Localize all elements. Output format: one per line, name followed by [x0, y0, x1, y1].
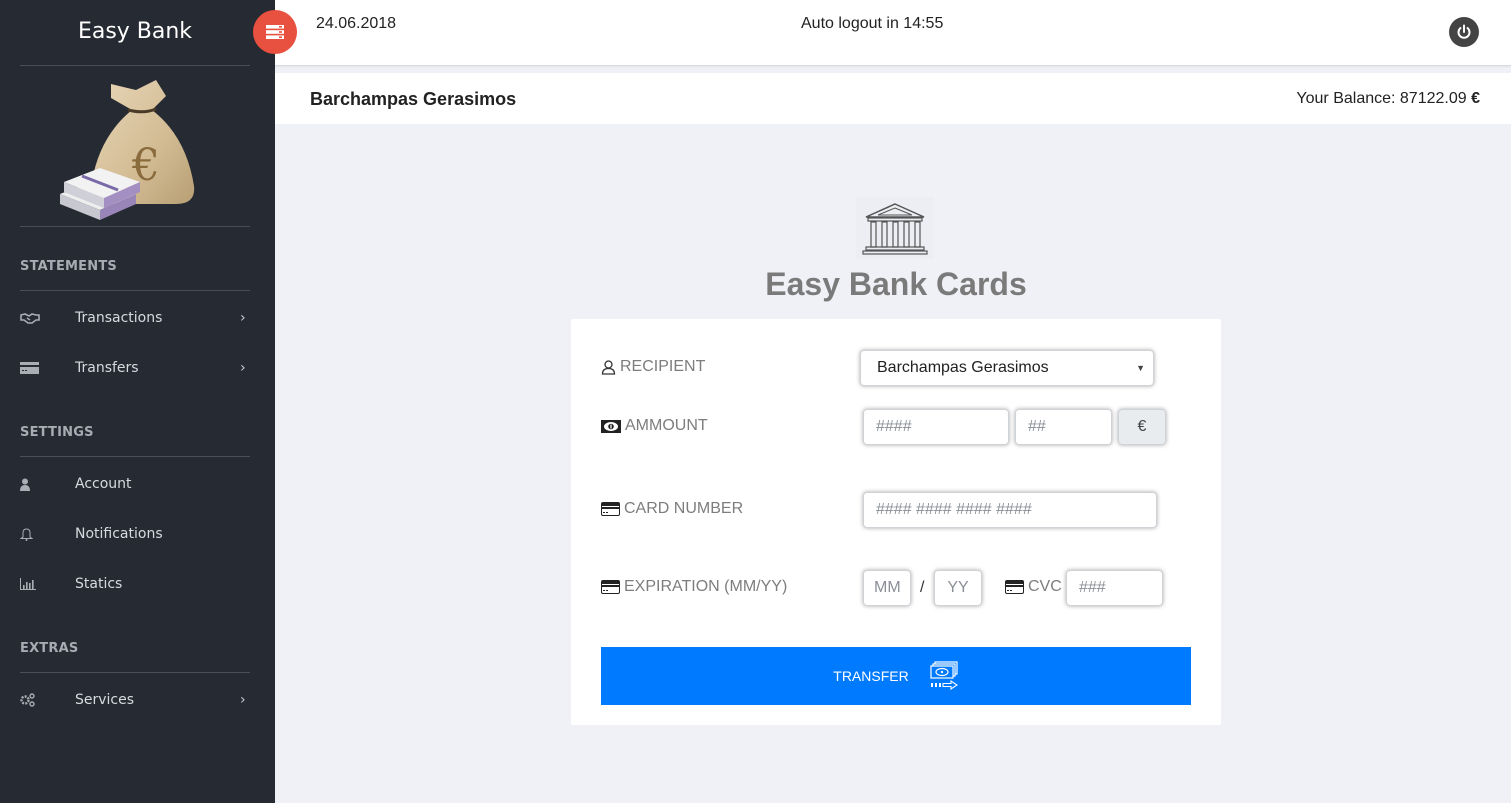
logout-button[interactable] — [1449, 17, 1479, 47]
banknote-icon — [601, 419, 621, 433]
amount-label: AMMOUNT — [601, 417, 708, 435]
card-number-input[interactable] — [863, 492, 1157, 528]
sidebar-item-notifications[interactable]: Notifications — [20, 519, 250, 549]
transfer-button[interactable]: TRANSFER — [601, 647, 1191, 705]
expiration-separator: / — [920, 579, 925, 596]
sidebar-item-label: Statics — [75, 576, 123, 592]
expiration-label-text: EXPIRATION (MM/YY) — [624, 578, 788, 595]
sidebar-item-account[interactable]: Account — [20, 469, 250, 499]
user-icon — [20, 478, 75, 491]
card-number-label: CARD NUMBER — [601, 500, 743, 518]
amount-whole-input[interactable] — [863, 409, 1009, 445]
sidebar: Easy Bank € STATEMENTS Transactions › Tr… — [0, 0, 275, 803]
recipient-selected-value: Barchampas Gerasimos — [877, 359, 1049, 376]
expiration-year-input[interactable] — [934, 570, 982, 606]
credit-card-icon — [20, 362, 75, 374]
expiration-month-input[interactable] — [863, 570, 911, 606]
recipient-label: RECIPIENT — [601, 358, 705, 376]
section-title-extras: EXTRAS — [20, 641, 250, 673]
expiration-label: EXPIRATION (MM/YY) — [601, 578, 787, 596]
currency-addon: € — [1118, 409, 1166, 445]
money-bag-icon: € — [60, 80, 195, 220]
amount-label-text: AMMOUNT — [625, 417, 708, 434]
power-icon — [1457, 24, 1471, 39]
money-transfer-icon — [930, 661, 958, 691]
sidebar-item-statics[interactable]: Statics — [20, 569, 250, 599]
auto-logout-timer: Auto logout in 14:55 — [801, 15, 944, 32]
bar-chart-icon — [20, 578, 75, 590]
sidebar-item-label: Notifications — [75, 526, 163, 542]
page-title: Easy Bank Cards — [765, 266, 1027, 302]
credit-card-icon — [601, 580, 620, 594]
cvc-label-text: CVC — [1028, 578, 1062, 595]
transfer-button-label: TRANSFER — [833, 668, 909, 684]
section-title-statements: STATEMENTS — [20, 259, 250, 291]
card-number-label-text: CARD NUMBER — [624, 500, 744, 517]
balance-text: Your Balance: 87122.09 — [1296, 90, 1467, 107]
account-balance: Your Balance: 87122.09 € — [1296, 90, 1480, 108]
bell-icon — [20, 527, 75, 541]
sidebar-item-services[interactable]: Services › — [20, 685, 250, 715]
user-outline-icon — [601, 359, 616, 375]
handshake-icon — [20, 312, 75, 324]
card-transfer-form: RECIPIENT Barchampas Gerasimos ▼ AMMOUNT… — [571, 319, 1221, 725]
chevron-right-icon: › — [240, 360, 246, 376]
sidebar-item-transactions[interactable]: Transactions › — [20, 303, 250, 333]
sidebar-toggle-button[interactable] — [253, 10, 297, 54]
gears-icon — [20, 693, 75, 707]
credit-card-icon — [1005, 580, 1024, 594]
chevron-right-icon: › — [240, 692, 246, 708]
sidebar-item-transfers[interactable]: Transfers › — [20, 353, 250, 383]
section-title-settings: SETTINGS — [20, 425, 250, 457]
account-header: Barchampas Gerasimos Your Balance: 87122… — [275, 73, 1511, 124]
amount-cents-input[interactable] — [1015, 409, 1112, 445]
sidebar-item-label: Services — [75, 692, 135, 708]
sidebar-item-label: Transfers — [75, 360, 139, 376]
brand-title: Easy Bank — [20, 0, 250, 66]
top-bar: 24.06.2018 Auto logout in 14:55 — [275, 0, 1511, 66]
sidebar-item-label: Account — [75, 476, 132, 492]
bank-building-icon — [856, 197, 934, 259]
cvc-input[interactable] — [1066, 570, 1163, 606]
currency-symbol: € — [1471, 90, 1480, 107]
sidebar-item-label: Transactions — [75, 310, 163, 326]
chevron-right-icon: › — [240, 310, 246, 326]
cvc-label: CVC — [1005, 578, 1062, 596]
credit-card-icon — [601, 502, 620, 516]
recipient-select[interactable]: Barchampas Gerasimos ▼ — [860, 350, 1154, 386]
money-bag-logo: € — [20, 66, 250, 227]
caret-down-icon: ▼ — [1136, 363, 1145, 373]
server-icon — [266, 25, 284, 39]
recipient-label-text: RECIPIENT — [620, 358, 706, 375]
current-date: 24.06.2018 — [316, 15, 397, 32]
user-name: Barchampas Gerasimos — [310, 89, 517, 109]
